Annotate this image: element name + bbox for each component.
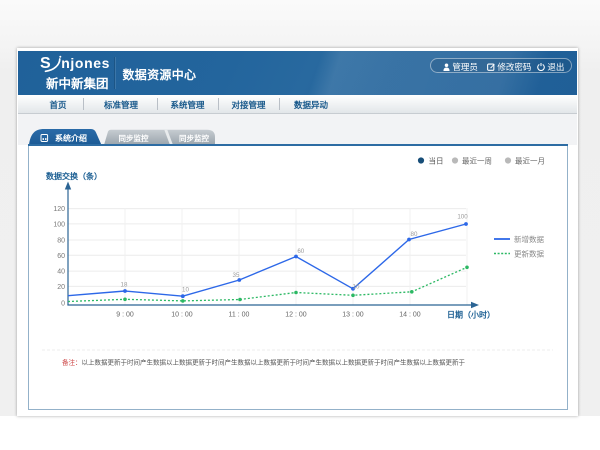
svg-text:当日: 当日 [429,156,444,166]
svg-text:14 : 00: 14 : 00 [399,312,421,319]
svg-text:120: 120 [53,206,65,213]
svg-text:最近一周: 最近一周 [462,156,492,166]
svg-text:数据交换（条）: 数据交换（条） [46,171,102,181]
svg-text:13 : 00: 13 : 00 [342,312,364,319]
svg-text:系统介绍: 系统介绍 [55,133,87,143]
svg-text:60: 60 [297,248,304,255]
svg-text:80: 80 [57,238,65,245]
svg-text:100: 100 [53,221,65,228]
svg-text:更新数据: 更新数据 [514,249,544,259]
svg-text:10: 10 [353,284,360,291]
svg-text:10 : 00: 10 : 00 [171,312,193,319]
svg-text:12 : 00: 12 : 00 [285,312,307,319]
svg-text:0: 0 [61,301,65,308]
svg-text:同步监控: 同步监控 [179,133,209,143]
svg-text:35: 35 [233,272,240,279]
svg-text:20: 20 [57,284,65,291]
svg-text:新增数据: 新增数据 [514,234,544,244]
svg-text:日期（小时）: 日期（小时） [447,310,495,320]
svg-text:备注：以上数据更新于时间产生数据以上数据更新于时间产生数据以: 备注：以上数据更新于时间产生数据以上数据更新于时间产生数据以上数据更新于时间产生… [62,358,466,367]
svg-text:最近一月: 最近一月 [515,156,545,166]
svg-text:18: 18 [121,282,128,289]
svg-text:10: 10 [182,287,189,294]
svg-text:40: 40 [57,269,65,276]
svg-text:9 : 00: 9 : 00 [116,312,134,319]
svg-text:同步监控: 同步监控 [119,133,149,143]
svg-text:100: 100 [457,214,468,221]
svg-text:60: 60 [57,253,65,260]
svg-text:80: 80 [411,231,418,238]
svg-text:11 : 00: 11 : 00 [229,312,250,319]
